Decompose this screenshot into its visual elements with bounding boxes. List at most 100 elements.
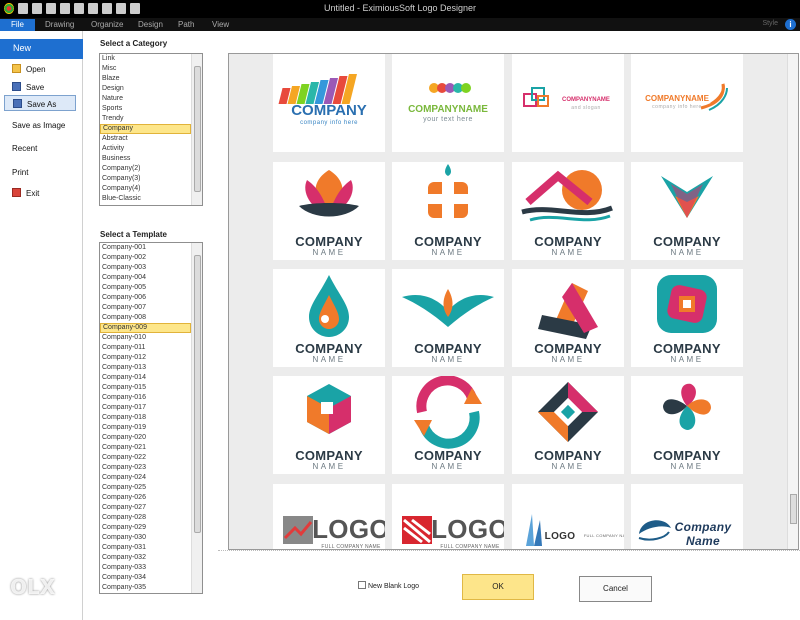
template-item[interactable]: Company-002	[100, 253, 191, 263]
template-item[interactable]: Company-015	[100, 383, 191, 393]
logo-template-tile[interactable]: COMPANY NAME	[392, 376, 504, 474]
template-item[interactable]: Company-008	[100, 313, 191, 323]
logo-template-tile[interactable]: COMPANY NAME	[631, 269, 743, 367]
category-item[interactable]: Trendy	[100, 114, 191, 124]
template-item[interactable]: Company-011	[100, 343, 191, 353]
template-item[interactable]: Company-027	[100, 503, 191, 513]
category-scroll-thumb[interactable]	[194, 66, 201, 192]
template-item[interactable]: Company-033	[100, 563, 191, 573]
template-item[interactable]: Company-004	[100, 273, 191, 283]
template-item[interactable]: Company-029	[100, 523, 191, 533]
ok-button[interactable]: OK	[462, 574, 534, 600]
category-item[interactable]: Business	[100, 154, 191, 164]
template-item[interactable]: Company-018	[100, 413, 191, 423]
recent-button[interactable]: Recent	[4, 141, 76, 156]
template-item[interactable]: Company-035	[100, 583, 191, 593]
category-item[interactable]: Misc	[100, 64, 191, 74]
template-item[interactable]: Company-028	[100, 513, 191, 523]
gallery-scrollbar[interactable]	[787, 54, 798, 549]
gallery-scroll-thumb[interactable]	[790, 494, 797, 524]
template-scroll-thumb[interactable]	[194, 255, 201, 533]
template-scrollbar[interactable]	[191, 243, 202, 593]
logo-template-tile[interactable]: COMPANYNAME your text here	[392, 54, 504, 152]
category-item[interactable]: Company(4)	[100, 184, 191, 194]
template-item[interactable]: Company-001	[100, 243, 191, 253]
save-as-image-button[interactable]: Save as Image	[4, 118, 76, 133]
logo-template-tile[interactable]: COMPANY NAME	[631, 376, 743, 474]
checkbox-label: New Blank Logo	[368, 583, 419, 590]
category-item[interactable]: Design	[100, 84, 191, 94]
template-item[interactable]: Company-016	[100, 393, 191, 403]
template-item[interactable]: Company-005	[100, 283, 191, 293]
style-menu[interactable]: Style	[762, 20, 778, 27]
template-item[interactable]: Company-014	[100, 373, 191, 383]
logo-template-tile[interactable]: COMPANYNAME and slogan	[512, 54, 624, 152]
open-button[interactable]: Open	[4, 61, 76, 76]
template-item[interactable]: Company-017	[100, 403, 191, 413]
logo-template-tile[interactable]: COMPANY NAME	[273, 269, 385, 367]
logo-template-tile[interactable]: Company Name	[631, 484, 743, 549]
checkbox-box[interactable]	[358, 581, 366, 589]
template-item[interactable]: Company-013	[100, 363, 191, 373]
template-item[interactable]: Company-024	[100, 473, 191, 483]
tab-organize[interactable]: Organize	[83, 19, 131, 31]
tab-view[interactable]: View	[204, 19, 237, 31]
category-item[interactable]: Activity	[100, 144, 191, 154]
logo-template-tile[interactable]: COMPANY NAME	[512, 162, 624, 260]
save-as-button[interactable]: Save As	[4, 95, 76, 111]
category-item[interactable]: Company	[100, 124, 191, 134]
logo-template-tile[interactable]: COMPANY company info here	[273, 54, 385, 152]
template-item[interactable]: Company-034	[100, 573, 191, 583]
category-item[interactable]: Company(2)	[100, 164, 191, 174]
logo-template-tile[interactable]: COMPANY NAME	[512, 269, 624, 367]
logo-template-tile[interactable]: COMPANY NAME	[273, 162, 385, 260]
template-item[interactable]: Company-020	[100, 433, 191, 443]
logo-template-tile[interactable]: LOGOFULL COMPANY NAME	[273, 484, 385, 549]
tab-design[interactable]: Design	[130, 19, 171, 31]
template-item[interactable]: Company-009	[100, 323, 191, 333]
logo-template-tile[interactable]: LOGOFULL COMPANY NAME	[512, 484, 624, 549]
template-item[interactable]: Company-010	[100, 333, 191, 343]
template-item[interactable]: Company-021	[100, 443, 191, 453]
logo-template-tile[interactable]: COMPANY NAME	[631, 162, 743, 260]
template-item[interactable]: Company-031	[100, 543, 191, 553]
category-item[interactable]: Sports	[100, 104, 191, 114]
save-button[interactable]: Save	[4, 79, 76, 94]
new-blank-logo-checkbox[interactable]: New Blank Logo	[358, 581, 419, 590]
logo-template-tile[interactable]: COMPANY NAME	[273, 376, 385, 474]
category-item[interactable]: Blaze	[100, 74, 191, 84]
print-button[interactable]: Print	[4, 165, 76, 180]
template-item[interactable]: Company-012	[100, 353, 191, 363]
category-item[interactable]: Link	[100, 54, 191, 64]
template-item[interactable]: Company-003	[100, 263, 191, 273]
category-scrollbar[interactable]	[191, 54, 202, 205]
template-item[interactable]: Company-032	[100, 553, 191, 563]
template-item[interactable]: Company-019	[100, 423, 191, 433]
logo-gallery[interactable]: COMPANY company info here COMPANYNAME your …	[228, 53, 799, 550]
logo-template-tile[interactable]: COMPANYNAME company info here	[631, 54, 743, 152]
tab-path[interactable]: Path	[170, 19, 202, 31]
help-info-icon[interactable]: i	[785, 19, 796, 30]
logo-template-tile[interactable]: COMPANY NAME	[512, 376, 624, 474]
exit-button[interactable]: Exit	[4, 185, 76, 200]
category-item[interactable]: Nature	[100, 94, 191, 104]
logo-template-tile[interactable]: COMPANY NAME	[392, 162, 504, 260]
logo-template-tile[interactable]: LOGOFULL COMPANY NAME	[392, 484, 504, 549]
template-item[interactable]: Company-025	[100, 483, 191, 493]
template-item[interactable]: Company-022	[100, 453, 191, 463]
new-button[interactable]: New	[0, 39, 83, 59]
template-item[interactable]: Company-023	[100, 463, 191, 473]
tab-drawing[interactable]: Drawing	[37, 19, 82, 31]
tab-file[interactable]: File	[0, 19, 35, 31]
logo-template-tile[interactable]: COMPANY NAME	[392, 269, 504, 367]
template-item[interactable]: Company-030	[100, 533, 191, 543]
template-listbox[interactable]: Company-001 Company-002 Company-003 Company…	[99, 242, 203, 594]
category-item[interactable]: Company(3)	[100, 174, 191, 184]
template-item[interactable]: Company-026	[100, 493, 191, 503]
cancel-button[interactable]: Cancel	[579, 576, 652, 602]
category-listbox[interactable]: Link Misc Blaze Design Nature Sports Trendy Com…	[99, 53, 203, 206]
template-item[interactable]: Company-007	[100, 303, 191, 313]
template-item[interactable]: Company-006	[100, 293, 191, 303]
category-item[interactable]: Abstract	[100, 134, 191, 144]
category-item[interactable]: Blue-Classic	[100, 194, 191, 204]
